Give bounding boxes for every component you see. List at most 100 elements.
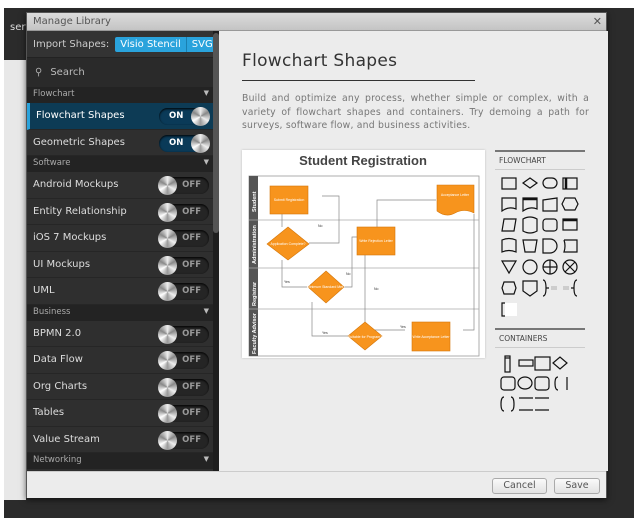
edge-label: Yes	[400, 325, 406, 329]
toggle-knob[interactable]	[158, 351, 177, 370]
library-toggle[interactable]: OFF	[158, 229, 209, 248]
toggle-state: OFF	[182, 233, 201, 243]
flowchart-shapes-grid[interactable]	[495, 170, 585, 320]
library-item-label: Tables	[33, 407, 65, 419]
toggle-state: OFF	[182, 286, 201, 296]
toggle-knob[interactable]	[158, 229, 177, 248]
shape-palette: FLOWCHART CONTAINERS	[495, 150, 585, 422]
toggle-state: OFF	[182, 355, 201, 365]
section-title: Software	[33, 158, 71, 168]
library-toggle[interactable]: OFF	[158, 351, 209, 370]
library-item-label: Geometric Shapes	[33, 136, 125, 148]
node-label: Application Complete?	[270, 242, 305, 246]
library-item[interactable]: BPMN 2.0 OFF	[27, 320, 219, 347]
toggle-state: ON	[169, 111, 184, 121]
library-toggle[interactable]: OFF	[158, 176, 209, 195]
library-toggle[interactable]: OFF	[158, 404, 209, 423]
toggle-state: OFF	[182, 180, 201, 190]
node-label: Acceptance Letter	[441, 193, 470, 197]
search-icon: ⚲	[35, 67, 43, 78]
dialog-titlebar: Manage Library ✕	[27, 13, 606, 31]
library-toggle[interactable]: OFF	[158, 377, 209, 397]
library-item-label: iOS 7 Mockups	[33, 232, 107, 244]
dialog-footer: Cancel Save	[27, 471, 606, 498]
node-label: Write Acceptance Letter	[412, 335, 450, 339]
section-header-networking[interactable]: Networking ▼	[27, 453, 219, 469]
library-item-label: Org Charts	[33, 380, 88, 392]
library-toggle[interactable]: OFF	[158, 430, 209, 450]
close-icon[interactable]: ✕	[593, 15, 602, 28]
edge-label: Yes	[284, 280, 290, 284]
toggle-knob[interactable]	[158, 404, 177, 423]
search-input[interactable]: ⚲ Search	[27, 57, 219, 87]
section-header-flowchart[interactable]: Flowchart ▼	[27, 87, 219, 103]
section-title: Networking	[33, 455, 82, 465]
library-item-label: Android Mockups	[33, 179, 119, 191]
library-item[interactable]: Entity Relationship OFF	[27, 198, 219, 225]
toggle-knob[interactable]	[158, 430, 177, 450]
caret-down-icon: ▼	[203, 158, 209, 166]
library-item[interactable]: Value Stream OFF	[27, 426, 219, 453]
toggle-knob[interactable]	[158, 377, 177, 397]
library-item[interactable]: Data Flow OFF	[27, 347, 219, 374]
library-item[interactable]: UML OFF	[27, 278, 219, 305]
section-title: Business	[33, 306, 71, 317]
section-title: Flowchart	[33, 89, 75, 99]
library-item-label: UML	[33, 285, 55, 297]
library-detail: Flowchart Shapes Build and optimize any …	[219, 31, 608, 471]
toggle-state: OFF	[182, 259, 201, 270]
library-item[interactable]: Flowchart Shapes ON	[27, 103, 219, 130]
cancel-button[interactable]: Cancel	[492, 478, 547, 494]
lane-label: Administration	[252, 225, 258, 264]
edge-label: No	[374, 287, 379, 291]
section-header-business[interactable]: Business ▼	[27, 304, 219, 321]
library-item-label: Data Flow	[33, 354, 83, 366]
library-toggle[interactable]: OFF	[158, 324, 209, 344]
library-item[interactable]: Geometric Shapes ON	[27, 129, 219, 156]
library-item-label: Flowchart Shapes	[36, 110, 125, 122]
library-toggle[interactable]: ON	[159, 107, 210, 126]
library-item-label: UI Mockups	[33, 258, 91, 270]
caret-down-icon: ▼	[203, 306, 209, 315]
library-toggle[interactable]: ON	[159, 133, 210, 153]
toggle-knob[interactable]	[191, 133, 210, 153]
library-item[interactable]: Org Charts OFF	[27, 373, 219, 400]
toggle-state: ON	[169, 137, 184, 148]
toggle-state: OFF	[182, 408, 201, 418]
toggle-knob[interactable]	[158, 282, 177, 301]
node-label: Write Rejection Letter	[359, 239, 393, 243]
import-label: Import Shapes:	[33, 38, 110, 50]
toggle-state: OFF	[182, 434, 201, 445]
toggle-knob[interactable]	[158, 255, 177, 275]
toggle-knob[interactable]	[158, 324, 177, 344]
lane-label: Faculty Advisor	[252, 312, 258, 354]
title-divider	[242, 80, 475, 81]
library-item[interactable]: UI Mockups OFF	[27, 251, 219, 278]
visio-stencil-button[interactable]: Visio Stencil	[115, 37, 186, 52]
toggle-knob[interactable]	[158, 202, 177, 222]
edge-label: No	[346, 272, 351, 276]
library-item[interactable]: iOS 7 Mockups OFF	[27, 225, 219, 252]
library-description: Build and optimize any process, whether …	[242, 93, 589, 131]
node-label: Submit Registration	[274, 198, 305, 202]
toggle-knob[interactable]	[191, 107, 210, 126]
preview-title: Student Registration	[299, 153, 427, 168]
dialog-title: Manage Library	[33, 16, 111, 27]
canvas-edge	[4, 60, 26, 500]
library-toggle[interactable]: OFF	[158, 202, 209, 222]
toggle-state: OFF	[182, 206, 201, 217]
manage-library-dialog: Manage Library ✕ Import Shapes: Visio St…	[26, 12, 608, 498]
container-shapes-grid[interactable]	[495, 348, 585, 418]
lane-label: Student	[252, 191, 258, 212]
library-item-label: Value Stream	[33, 433, 100, 445]
node-label: Minimum Standard Met?	[307, 285, 345, 289]
library-toggle[interactable]: OFF	[158, 255, 209, 275]
library-toggle[interactable]: OFF	[158, 282, 209, 301]
library-item[interactable]: Android Mockups OFF	[27, 172, 219, 199]
section-header-software[interactable]: Software ▼	[27, 156, 219, 172]
toggle-knob[interactable]	[158, 176, 177, 195]
save-button[interactable]: Save	[554, 478, 600, 494]
library-item[interactable]: Tables OFF	[27, 400, 219, 427]
library-item-label: BPMN 2.0	[33, 327, 82, 339]
toggle-state: OFF	[182, 328, 201, 339]
